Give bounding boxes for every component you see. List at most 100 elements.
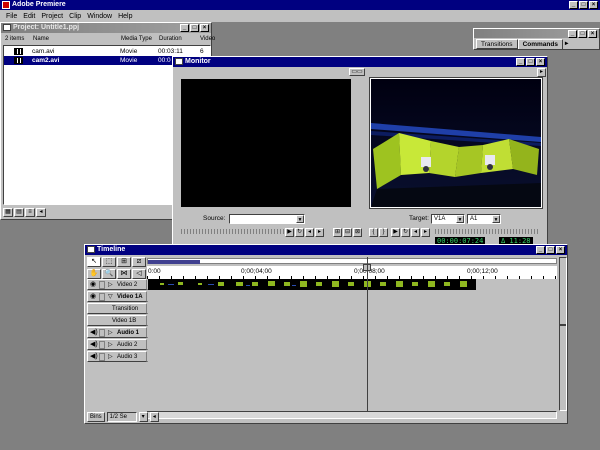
source-dropdown[interactable]: ▼ — [229, 214, 305, 224]
maximize-icon[interactable]: □ — [546, 246, 555, 254]
menu-project[interactable]: Project — [38, 13, 66, 20]
timeline-horizontal-scrollbar[interactable] — [147, 411, 557, 419]
expand-triangle-icon[interactable]: ▷ — [108, 352, 113, 362]
tab-transitions[interactable]: Transitions — [476, 39, 518, 49]
eye-icon[interactable]: ◉ — [90, 293, 98, 301]
menu-file[interactable]: File — [3, 13, 20, 20]
source-view[interactable] — [181, 79, 351, 207]
thumbnail-view-icon[interactable]: ▤ — [14, 208, 24, 217]
program-scrub-bar[interactable] — [435, 229, 539, 234]
expand-triangle-icon[interactable]: ▷ — [108, 280, 113, 290]
range-select-tool-icon[interactable]: ⬚ — [102, 257, 116, 267]
maximize-icon[interactable]: □ — [579, 1, 588, 9]
track-header[interactable]: Transition — [87, 303, 147, 314]
scroll-left-icon[interactable]: ◂ — [36, 208, 46, 217]
track-content[interactable] — [148, 291, 559, 302]
menu-help[interactable]: Help — [115, 13, 135, 20]
track-header[interactable]: ◉ ▽ Video 1A — [87, 291, 147, 302]
maximize-icon[interactable]: □ — [578, 30, 587, 38]
monitor-menu-arrow-icon[interactable]: ▸ — [537, 68, 546, 77]
minimize-icon[interactable]: _ — [536, 246, 545, 254]
track-content[interactable] — [148, 327, 559, 338]
mark-out-icon[interactable]: } — [379, 228, 388, 237]
step-forward-icon[interactable]: ▸ — [315, 228, 324, 237]
step-forward-icon[interactable]: ▸ — [421, 228, 430, 237]
speaker-icon[interactable]: ◀) — [90, 341, 98, 349]
commands-title-bar[interactable]: _ □ × — [474, 29, 599, 38]
minimize-icon[interactable]: _ — [180, 24, 189, 32]
icon-view-icon[interactable]: ▦ — [3, 208, 13, 217]
collapse-triangle-icon[interactable]: ▽ — [108, 292, 113, 302]
work-area-bar[interactable] — [147, 258, 557, 264]
eye-icon[interactable]: ◉ — [90, 281, 98, 289]
close-icon[interactable]: × — [556, 246, 565, 254]
lift-icon[interactable]: ⊠ — [353, 228, 362, 237]
lock-box-icon[interactable] — [99, 293, 105, 301]
column-media-type[interactable]: Media Type — [121, 36, 152, 42]
target-audio-dropdown[interactable]: A1 ▼ — [467, 214, 501, 224]
selection-tool-icon[interactable]: ↖ — [87, 257, 101, 267]
list-item[interactable]: cam.avi Movie 00:03:11 6 — [4, 47, 212, 56]
speaker-icon[interactable]: ◀) — [90, 329, 98, 337]
menu-edit[interactable]: Edit — [20, 13, 38, 20]
loop-icon[interactable]: ↻ — [401, 228, 410, 237]
lock-box-icon[interactable] — [99, 281, 105, 289]
timeline-title-bar[interactable]: Timeline _ □ × — [85, 245, 567, 255]
speaker-icon[interactable]: ◀) — [90, 353, 98, 361]
mark-in-icon[interactable]: { — [369, 228, 378, 237]
lock-box-icon[interactable] — [99, 353, 105, 361]
play-icon[interactable]: ▶ — [285, 228, 294, 237]
menu-clip[interactable]: Clip — [66, 13, 84, 20]
monitor-title-bar[interactable]: Monitor _ □ × — [173, 57, 547, 67]
insert-icon[interactable]: ⊞ — [333, 228, 342, 237]
overlay-icon[interactable]: ⊟ — [343, 228, 352, 237]
dual-view-icon[interactable]: ▭▭ — [349, 68, 365, 76]
zoom-dropdown[interactable]: 1/2 Se — [106, 412, 137, 422]
step-back-icon[interactable]: ◂ — [411, 228, 420, 237]
track-content[interactable] — [148, 351, 559, 362]
lock-box-icon[interactable] — [99, 341, 105, 349]
in-point-tool-icon[interactable]: ◁ — [132, 268, 146, 279]
track-content[interactable] — [148, 315, 559, 326]
time-ruler[interactable]: 0:00 0;00;04;00 0;00;08;00 0;00;12;00 — [147, 257, 557, 280]
track-header[interactable]: ◀) ▷ Audio 3 — [87, 351, 147, 362]
column-name[interactable]: Name — [33, 36, 49, 42]
maximize-icon[interactable]: □ — [190, 24, 199, 32]
track-header[interactable]: ◀) ▷ Audio 1 — [87, 327, 147, 338]
close-icon[interactable]: × — [588, 30, 597, 38]
scroll-left-icon[interactable]: ◂ — [149, 412, 159, 422]
hand-tool-icon[interactable]: ✋ — [87, 268, 101, 279]
project-title-bar[interactable]: Project: Untitle1.ppj _ □ × — [1, 23, 211, 33]
video-clip-cam2[interactable] — [148, 279, 476, 290]
expand-triangle-icon[interactable]: ▷ — [108, 328, 113, 338]
razor-tool-icon[interactable]: ⧄ — [132, 257, 146, 267]
list-view-icon[interactable]: ≡ — [25, 208, 35, 217]
zoom-tool-icon[interactable]: 🔍 — [102, 268, 116, 279]
track-header[interactable]: ◉ ▷ Video 2 — [87, 279, 147, 290]
lock-box-icon[interactable] — [99, 329, 105, 337]
bins-button[interactable]: Bins — [87, 412, 105, 422]
track-content[interactable] — [148, 339, 559, 350]
loop-icon[interactable]: ↻ — [295, 228, 304, 237]
timeline-vertical-scrollbar[interactable] — [559, 257, 567, 411]
target-video-dropdown[interactable]: V1A ▼ — [431, 214, 465, 224]
chevron-down-icon[interactable]: ▾ — [138, 412, 148, 422]
minimize-icon[interactable]: _ — [568, 30, 577, 38]
minimize-icon[interactable]: _ — [569, 1, 578, 9]
minimize-icon[interactable]: _ — [516, 58, 525, 66]
track-header[interactable]: ◀) ▷ Audio 2 — [87, 339, 147, 350]
column-video[interactable]: Video — [200, 36, 215, 42]
track-header[interactable]: Video 1B — [87, 315, 147, 326]
close-icon[interactable]: × — [536, 58, 545, 66]
step-back-icon[interactable]: ◂ — [305, 228, 314, 237]
program-view[interactable] — [369, 77, 543, 209]
column-duration[interactable]: Duration — [159, 36, 182, 42]
block-select-tool-icon[interactable]: ⊞ — [117, 257, 131, 267]
palette-menu-arrow-icon[interactable]: ▸ — [562, 39, 571, 49]
ripple-edit-tool-icon[interactable]: ⋈ — [117, 268, 131, 279]
track-content[interactable] — [148, 303, 559, 314]
source-scrub-bar[interactable] — [181, 229, 285, 234]
play-icon[interactable]: ▶ — [391, 228, 400, 237]
menu-window[interactable]: Window — [84, 13, 115, 20]
maximize-icon[interactable]: □ — [526, 58, 535, 66]
